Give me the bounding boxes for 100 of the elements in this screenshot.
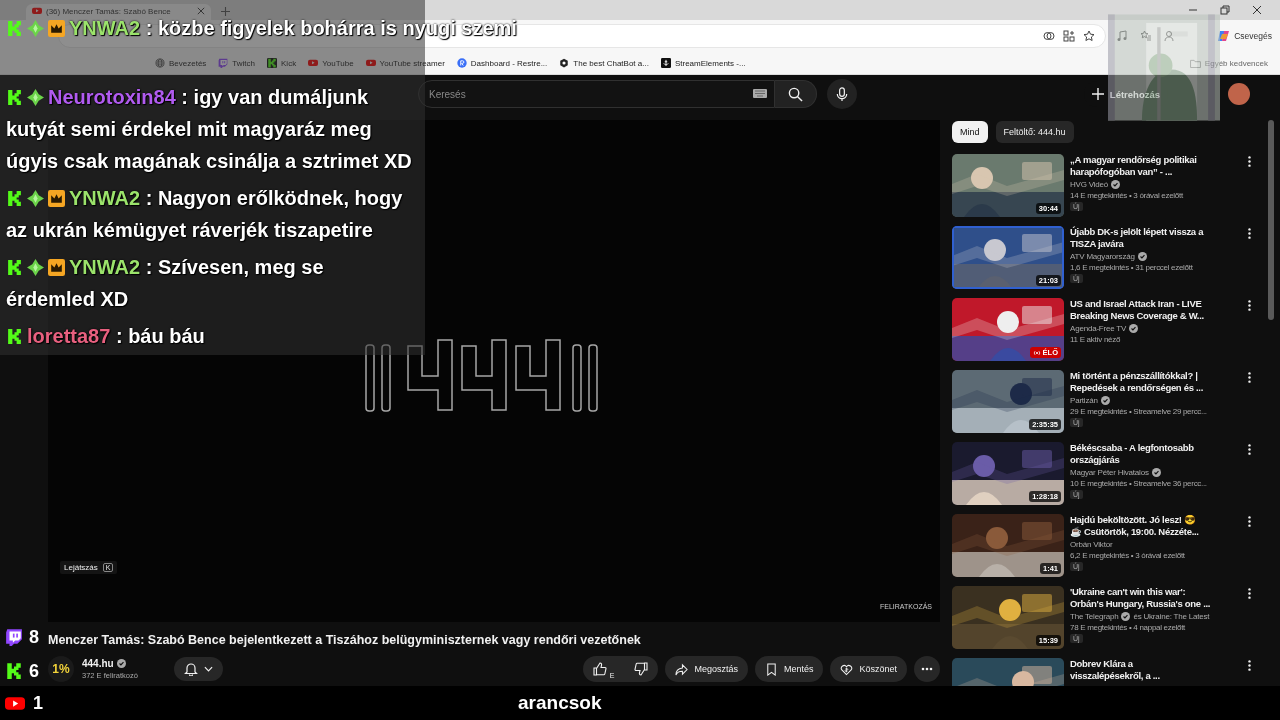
youtube-icon (365, 59, 376, 67)
search-field[interactable]: Keresés (418, 80, 775, 108)
thumbs-up-icon (592, 662, 607, 676)
diamond-badge-icon (27, 190, 44, 207)
more-icon (1247, 372, 1251, 383)
kick-icon (5, 662, 23, 680)
restore-icon[interactable] (1220, 5, 1230, 15)
more-icon (1247, 156, 1251, 167)
youtube-icon (32, 7, 42, 15)
copilot-icon (1217, 29, 1232, 43)
channel-name[interactable]: és Ukraine: The Latest (1133, 612, 1210, 621)
video-stats: 29 E megtekintés • Streamelve 29 percc... (1070, 407, 1207, 416)
hexagon-logo-icon (559, 58, 570, 68)
channel-name[interactable]: The Telegraph (1070, 612, 1119, 621)
channel-name[interactable]: HVG Videó (1070, 180, 1109, 189)
bookmark-link[interactable]: Dashboard - Restre... (456, 58, 548, 68)
favorites-icon[interactable] (1140, 30, 1152, 42)
star-icon[interactable] (1083, 30, 1095, 42)
kick-icon (6, 328, 23, 345)
video-title[interactable]: „A magyar rendőrség politikai harapófogóban van” - ... (1070, 154, 1197, 178)
crown-badge-icon (48, 190, 65, 207)
chat-message: Neurotoxin84 : igy van dumáljunk kutyát semi érdekel mit magyaráz meg úgyis csak magának csinálja a sztrimet XD (6, 86, 412, 172)
channel-name[interactable]: 444.hu (82, 658, 114, 669)
bookmark-link[interactable]: StreamElements -... (660, 58, 746, 68)
twitch-icon (5, 628, 23, 646)
tooltip-text: Lejátszás (64, 563, 98, 572)
video-stats: 10 E megtekintés • Streamelve 36 percc... (1070, 479, 1207, 488)
new-tab-icon[interactable] (221, 7, 230, 16)
filter-chip[interactable]: Feltöltő: 444.hu (995, 121, 1074, 143)
folder-icon (1189, 58, 1201, 68)
video-title: Menczer Tamás: Szabó Bence bejelentkezett a Tiszához belügyminiszternek vagy rendőri vezetőnek (48, 633, 642, 647)
avatar[interactable] (1228, 83, 1250, 105)
more-icon (1247, 516, 1251, 527)
bookmark-icon (764, 662, 778, 676)
diamond-badge-icon (27, 259, 44, 276)
kick-icon (6, 89, 23, 106)
channel-avatar[interactable]: 1% (48, 656, 74, 682)
bookmark-link[interactable]: YouTube (308, 58, 354, 68)
thumbs-down-icon (634, 662, 649, 676)
bookmark-link[interactable]: Kick (267, 58, 297, 68)
letter-circle-icon (456, 58, 467, 68)
diamond-badge-icon (27, 89, 44, 106)
bookmark-link[interactable]: The best ChatBot a... (559, 58, 649, 68)
chat-button[interactable]: Csevegés (1217, 29, 1272, 43)
microphone-icon (836, 86, 848, 102)
more-icon (1247, 444, 1251, 455)
video-title[interactable]: Mi történt a pénzszállítókkal? | Repedések a rendőrségen és ... (1070, 370, 1204, 394)
youtube-icon (308, 59, 319, 67)
channel-name[interactable]: Agenda-Free TV (1070, 324, 1127, 333)
video-title[interactable]: Hajdú beköltözött. Jó lesz! 😎 ☕ Csütörtök, 19:00. Nézzéte... (1070, 514, 1199, 538)
microphone-button[interactable] (827, 79, 857, 109)
kick-icon (267, 58, 278, 68)
plus-icon (1091, 88, 1104, 100)
tab-title: (36) Menczer Tamás: Szabó Bence (46, 7, 172, 16)
globe-icon (155, 58, 165, 68)
kick-icon (6, 259, 23, 276)
video-title[interactable]: Dobrev Klára a visszalépésekről, a ... (1070, 658, 1160, 682)
bookmark-link[interactable]: Bevezetés (155, 58, 207, 68)
bell-icon (183, 662, 198, 676)
more-icon (1247, 300, 1251, 311)
video-title[interactable]: 'Ukraine can't win this war': Orbán's Hungary, Russia's one ... (1070, 586, 1211, 610)
video-title[interactable]: US and Israel Attack Iran - LIVE Breaking News Coverage & W... (1070, 298, 1204, 322)
live-signal-icon (1032, 349, 1041, 356)
share-arrow-icon (675, 662, 689, 676)
action-button[interactable]: Köszönet (830, 656, 907, 682)
caret-icon (203, 666, 213, 672)
twitch-icon (218, 58, 229, 68)
heart-dollar-icon (840, 662, 854, 676)
search-icon (788, 86, 803, 102)
video-stats: 6,2 E megtekintés • 3 órával ezelőtt (1070, 551, 1185, 560)
anchor-logo-icon (660, 58, 671, 68)
video-stats: 1,6 E megtekintés • 31 perccel ezelőtt (1070, 263, 1193, 272)
viewer-count: 8 (29, 626, 39, 648)
channel-name[interactable]: ATV Magyarország (1070, 252, 1135, 261)
diamond-badge-icon (27, 20, 44, 37)
kick-icon (6, 20, 23, 37)
video-title[interactable]: Újabb DK-s jelölt lépett vissza a TISZA javára (1070, 226, 1204, 250)
video-stats: 14 E megtekintés • 3 órával ezelőtt (1070, 191, 1183, 200)
apps-add-icon[interactable] (1063, 30, 1075, 42)
close-icon[interactable] (1252, 5, 1262, 15)
action-button[interactable]: Megosztás (665, 656, 748, 682)
more-icon (921, 667, 933, 671)
notification-button[interactable] (173, 657, 223, 681)
more-icon (1247, 660, 1251, 671)
video-title[interactable]: Békéscsaba - A legfontosabb országjárás (1070, 442, 1194, 466)
video-stats: 11 E aktív néző (1070, 335, 1121, 344)
channel-name[interactable]: Partizán (1070, 396, 1098, 405)
channel-name[interactable]: Magyar Péter Hivatalos (1070, 468, 1149, 477)
filter-chip[interactable]: Mind (952, 121, 988, 143)
link-circles-icon[interactable] (1043, 30, 1055, 42)
channel-name[interactable]: Orbán Viktor (1070, 540, 1113, 549)
more-icon (1247, 588, 1251, 599)
youtube-icon (5, 695, 25, 711)
bookmark-link[interactable]: Twitch (218, 58, 256, 68)
more-icon (1247, 228, 1251, 239)
browser-tab[interactable]: (36) Menczer Tamás: Szabó Bence (26, 4, 211, 20)
search-button[interactable] (775, 80, 817, 108)
video-stats: 78 E megtekintés • 4 nappal ezelőtt (1070, 623, 1186, 632)
crown-badge-icon (48, 259, 65, 276)
action-button[interactable]: Mentés (754, 656, 824, 682)
